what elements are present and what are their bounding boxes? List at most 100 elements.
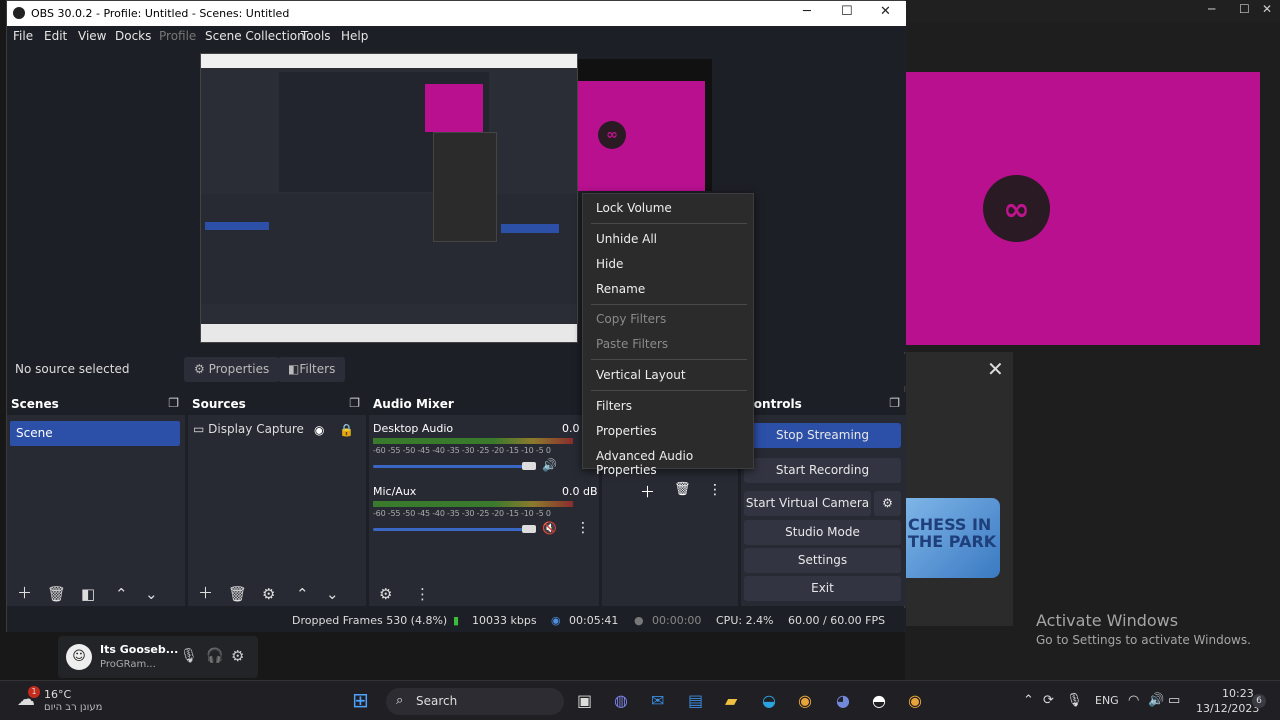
- speaker-icon[interactable]: 🔊: [542, 458, 557, 472]
- menu-scene-collection[interactable]: Scene Collection: [205, 29, 305, 43]
- start-virtual-camera-button[interactable]: Start Virtual Camera: [744, 491, 871, 516]
- maximize-icon[interactable]: ☐: [841, 4, 853, 19]
- close-icon[interactable]: ✕: [880, 4, 891, 19]
- menu-tools[interactable]: Tools: [301, 29, 331, 43]
- source-list-item[interactable]: ▭ Display Capture: [193, 422, 304, 436]
- undock-icon[interactable]: ❐: [168, 396, 179, 410]
- notification-badge[interactable]: 6: [1252, 694, 1266, 708]
- undock-icon[interactable]: ❐: [349, 396, 360, 410]
- stop-streaming-button[interactable]: Stop Streaming: [744, 423, 901, 448]
- move-down-icon[interactable]: ⌄: [326, 585, 339, 603]
- start-icon[interactable]: ⊞: [352, 688, 369, 712]
- remove-source-icon[interactable]: 🗑: [228, 585, 247, 603]
- chevron-up-icon[interactable]: ⌃: [1023, 693, 1034, 708]
- nested-docks: [201, 194, 577, 304]
- menu-edit[interactable]: Edit: [44, 29, 67, 43]
- infinity-logo-icon: ∞: [983, 175, 1050, 242]
- lock-icon[interactable]: 🔒: [339, 423, 354, 437]
- filter-icon: ◧: [288, 362, 300, 376]
- properties-button[interactable]: ⚙ Properties: [184, 357, 280, 382]
- move-down-icon[interactable]: ⌄: [145, 585, 158, 603]
- microphone-icon[interactable]: 🎙: [1066, 693, 1083, 708]
- scenes-dock-header: Scenes ❐: [7, 392, 185, 415]
- menu-advanced-audio-properties[interactable]: Advanced Audio Properties: [596, 449, 753, 477]
- nested-magenta-preview: ∞: [565, 81, 705, 191]
- menu-paste-filters[interactable]: Paste Filters: [596, 337, 668, 351]
- studio-mode-button[interactable]: Studio Mode: [744, 520, 901, 545]
- scene-filters-icon[interactable]: ◧: [81, 585, 95, 603]
- volume-icon[interactable]: 🔊: [1148, 693, 1164, 708]
- discord-icon[interactable]: ◕: [836, 691, 850, 710]
- exit-button[interactable]: Exit: [744, 576, 901, 601]
- minimize-icon[interactable]: ─: [1208, 2, 1215, 16]
- menu-vertical-layout[interactable]: Vertical Layout: [596, 368, 686, 382]
- dialog-close-icon[interactable]: ✕: [987, 357, 1004, 381]
- teams-icon[interactable]: ◍: [614, 691, 628, 710]
- clock-date[interactable]: 13/12/2023: [1196, 702, 1259, 715]
- avatar[interactable]: ☺: [66, 644, 92, 670]
- menu-filters[interactable]: Filters: [596, 399, 632, 413]
- store-icon[interactable]: ▤: [688, 691, 703, 710]
- menu-docks[interactable]: Docks: [115, 29, 151, 43]
- add-scene-icon[interactable]: ＋: [17, 582, 32, 603]
- headphones-icon[interactable]: 🎧: [206, 648, 223, 664]
- mail-icon[interactable]: ✉: [651, 691, 664, 710]
- muted-speaker-icon[interactable]: 🔇: [542, 521, 557, 535]
- edge-icon[interactable]: ◒: [762, 691, 776, 710]
- remove-transition-icon[interactable]: 🗑: [674, 482, 691, 497]
- battery-icon[interactable]: ▭: [1168, 693, 1180, 708]
- more-options-icon[interactable]: ⋮: [576, 520, 590, 536]
- volume-slider-handle[interactable]: [522, 462, 536, 470]
- add-transition-icon[interactable]: ＋: [640, 481, 655, 502]
- eye-icon[interactable]: ◉: [314, 423, 324, 437]
- undock-icon[interactable]: ❐: [889, 396, 900, 410]
- virtual-camera-settings-icon[interactable]: ⚙: [874, 491, 901, 516]
- sync-icon[interactable]: ⟳: [1043, 693, 1054, 708]
- menu-properties[interactable]: Properties: [596, 424, 657, 438]
- chrome-icon[interactable]: ◉: [908, 691, 922, 710]
- minimize-icon[interactable]: ─: [803, 4, 811, 19]
- menu-hide[interactable]: Hide: [596, 257, 623, 271]
- settings-button[interactable]: Settings: [744, 548, 901, 573]
- menu-copy-filters[interactable]: Copy Filters: [596, 312, 666, 326]
- menu-file[interactable]: File: [13, 29, 33, 43]
- start-recording-button[interactable]: Start Recording: [744, 458, 901, 483]
- properties-label: Properties: [208, 362, 270, 376]
- clock-time[interactable]: 10:23: [1222, 687, 1254, 700]
- meter-scale: -60 -55 -50 -45 -40 -35 -30 -25 -20 -15 …: [373, 446, 551, 455]
- chrome-icon[interactable]: ◉: [798, 691, 812, 710]
- filters-button[interactable]: ◧Filters: [278, 357, 346, 382]
- search-box[interactable]: Search: [386, 688, 564, 715]
- maximize-icon[interactable]: ☐: [1239, 2, 1250, 16]
- menu-rename[interactable]: Rename: [596, 282, 645, 296]
- file-explorer-icon[interactable]: ▰: [725, 691, 737, 710]
- scene-list-item[interactable]: Scene: [10, 421, 180, 446]
- language-indicator[interactable]: ENG: [1095, 694, 1119, 707]
- menu-view[interactable]: View: [78, 29, 106, 43]
- gear-icon[interactable]: ⚙: [231, 647, 244, 665]
- menu-lock-volume[interactable]: Lock Volume: [596, 201, 672, 215]
- task-view-icon[interactable]: ▣: [577, 691, 592, 710]
- menu-unhide-all[interactable]: Unhide All: [596, 232, 657, 246]
- move-up-icon[interactable]: ⌃: [296, 585, 309, 603]
- background-window-titlebar: ─ ☐ ✕: [905, 0, 1280, 22]
- menu-profile[interactable]: Profile: [159, 29, 196, 43]
- volume-slider[interactable]: [373, 528, 523, 531]
- close-icon[interactable]: ✕: [1262, 2, 1272, 16]
- wifi-icon[interactable]: ◠: [1128, 693, 1139, 708]
- source-properties-icon[interactable]: ⚙: [262, 585, 275, 603]
- filters-label: Filters: [299, 362, 336, 376]
- remove-scene-icon[interactable]: 🗑: [47, 585, 66, 603]
- signal-icon: ▮: [453, 614, 460, 627]
- menu-help[interactable]: Help: [341, 29, 368, 43]
- volume-slider-handle[interactable]: [522, 525, 536, 533]
- add-source-icon[interactable]: ＋: [198, 582, 213, 603]
- menu-bar: File Edit View Docks Profile Scene Colle…: [7, 26, 906, 47]
- audio-settings-icon[interactable]: ⚙: [379, 585, 392, 603]
- more-options-icon[interactable]: ⋮: [708, 482, 722, 498]
- volume-slider[interactable]: [373, 465, 523, 468]
- move-up-icon[interactable]: ⌃: [115, 585, 128, 603]
- microphone-icon[interactable]: 🎙: [180, 648, 198, 664]
- more-options-icon[interactable]: ⋮: [415, 585, 430, 603]
- obs-icon[interactable]: ◓: [872, 691, 886, 710]
